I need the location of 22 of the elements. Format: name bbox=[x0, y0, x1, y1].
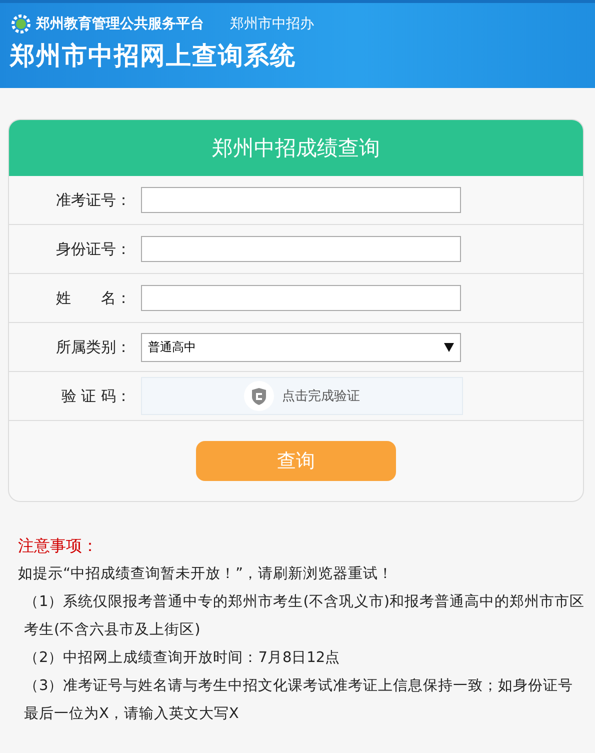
office-name: 郑州市中招办 bbox=[230, 15, 314, 33]
notes-title: 注意事项： bbox=[18, 535, 99, 557]
category-dropdown[interactable]: 普通高中 bbox=[141, 332, 461, 362]
input-field[interactable] bbox=[141, 187, 461, 213]
field-label: 验 证 码： bbox=[60, 386, 132, 406]
captcha-button[interactable]: 点击完成验证 bbox=[141, 377, 463, 415]
note-text: （3）准考证号与姓名请与考生中招文化课考试准考证上信息保持一致；如身份证号最后一位为X，请输入英文大写X bbox=[23, 677, 574, 724]
field-label: 身份证号： bbox=[55, 240, 132, 258]
dropdown-caret-icon bbox=[444, 342, 454, 352]
field-label: 姓 名： bbox=[55, 288, 132, 308]
site-title: 郑州市中招网上查询系统 bbox=[10, 40, 297, 72]
gear-icon bbox=[10, 13, 32, 35]
form-title: 郑州中招成绩查询 bbox=[9, 120, 583, 176]
note-text: （1）系统仅限报考普通中专的郑州市考生(不含巩义市)和报考普通高中的郑州市市区考生(不含六县市及上街区) bbox=[23, 592, 586, 640]
input-field[interactable] bbox=[141, 236, 461, 262]
note-text: 如提示“中招成绩查询暂未开放！”，请刷新浏览器重试！ bbox=[18, 564, 394, 584]
input-field[interactable] bbox=[141, 285, 461, 311]
shield-icon bbox=[244, 381, 274, 411]
field-label: 准考证号： bbox=[55, 190, 132, 210]
platform-name: 郑州教育管理公共服务平台 bbox=[36, 15, 204, 33]
field-label: 所属类别： bbox=[55, 338, 132, 356]
note-text: （2）中招网上成绩查询开放时间：7月8日12点 bbox=[23, 649, 342, 668]
